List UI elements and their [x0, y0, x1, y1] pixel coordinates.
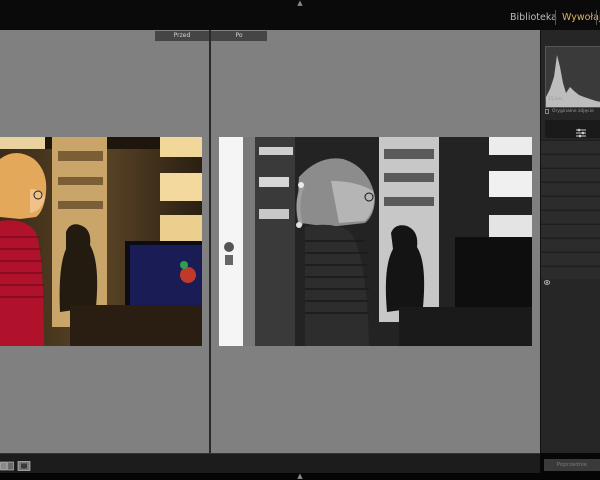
original-photo-label: Oryginalne zdjęcie	[552, 109, 594, 114]
module-separator	[555, 10, 556, 25]
panel-row[interactable]	[541, 168, 600, 187]
panel-row[interactable]	[541, 252, 600, 271]
eye-icon[interactable]	[543, 144, 551, 159]
after-label: Po	[211, 31, 267, 41]
eye-icon[interactable]	[543, 270, 551, 285]
module-library-tab[interactable]: Biblioteka	[510, 12, 557, 23]
histogram-readout: 15 km	[548, 97, 563, 102]
photo-before-image	[0, 137, 202, 346]
eye-icon[interactable]	[543, 242, 551, 257]
before-label: Przed	[155, 31, 209, 41]
photo-after[interactable]	[219, 137, 532, 346]
eye-icon[interactable]	[543, 200, 551, 215]
tool-strip	[545, 120, 600, 138]
original-photo-checkbox[interactable]	[545, 109, 549, 114]
panel-row[interactable]	[541, 140, 600, 159]
eye-icon[interactable]	[543, 158, 551, 173]
chevron-up-icon[interactable]: ▲	[294, 0, 306, 7]
swap-icon[interactable]	[17, 457, 31, 471]
panel-row[interactable]	[541, 182, 600, 201]
panel-row[interactable]	[541, 154, 600, 173]
panel-row[interactable]	[541, 196, 600, 215]
eye-icon[interactable]	[543, 186, 551, 201]
panel-row[interactable]	[541, 266, 600, 285]
eye-icon[interactable]	[543, 228, 551, 243]
panel-row[interactable]	[541, 210, 600, 229]
panel-row[interactable]	[541, 224, 600, 243]
eye-icon[interactable]	[543, 256, 551, 271]
panel-row[interactable]	[541, 238, 600, 257]
bottom-toolbar	[0, 453, 540, 474]
module-separator	[596, 10, 597, 25]
chevron-up-icon[interactable]: ▲	[294, 473, 306, 480]
photo-after-image	[219, 137, 532, 346]
compare-view-icon[interactable]	[0, 457, 14, 471]
compare-divider	[209, 30, 211, 453]
eye-icon[interactable]	[543, 214, 551, 229]
eye-icon[interactable]	[543, 172, 551, 187]
module-develop-tab[interactable]: Wywołaj	[562, 12, 600, 23]
previous-button[interactable]: Poprzednie	[544, 459, 600, 471]
photo-before[interactable]	[0, 137, 202, 346]
sliders-icon[interactable]	[575, 123, 587, 138]
